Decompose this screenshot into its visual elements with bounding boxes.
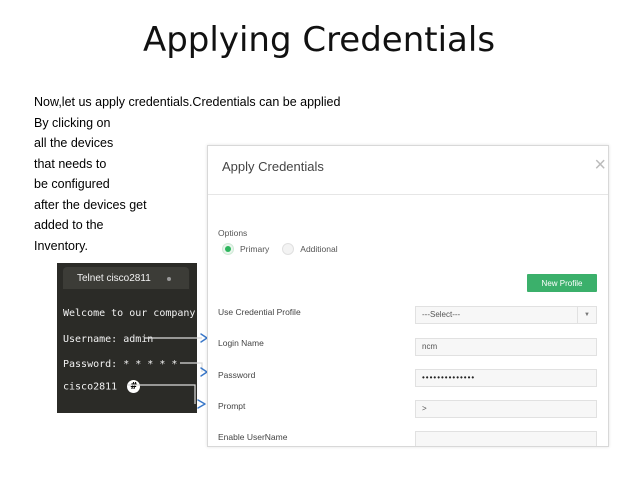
- dialog-divider: [208, 194, 608, 195]
- terminal-welcome-line: Welcome to our company: [63, 308, 196, 319]
- terminal-prompt-line: cisco2811 #: [63, 380, 141, 393]
- terminal-window: Telnet cisco2811 Welcome to our company …: [57, 263, 197, 413]
- tab-dot-icon: [167, 277, 171, 281]
- password-input[interactable]: ••••••••••••••: [415, 369, 597, 387]
- radio-additional[interactable]: [282, 243, 295, 255]
- terminal-username-line: Username: admin: [63, 334, 154, 345]
- terminal-tab[interactable]: Telnet cisco2811: [63, 267, 189, 289]
- terminal-password-line: Password: * * * * *: [63, 359, 178, 370]
- credential-profile-value: ---Select---: [422, 310, 461, 319]
- login-name-input[interactable]: ncm: [415, 338, 597, 356]
- radio-primary-label[interactable]: Primary: [240, 244, 269, 254]
- radio-additional-label[interactable]: Additional: [300, 244, 337, 254]
- enable-username-label: Enable UserName: [218, 432, 288, 442]
- password-label: Password: [218, 370, 256, 380]
- options-radio-group: Primary Additional: [222, 243, 338, 255]
- prompt-hash-badge: #: [127, 380, 141, 393]
- dialog-title: Apply Credentials: [222, 159, 324, 174]
- slide-title: Applying Credentials: [142, 20, 496, 60]
- body-line: By clicking on: [34, 115, 111, 130]
- apply-credentials-dialog: Apply Credentials × Options Primary Addi…: [207, 145, 609, 447]
- terminal-tab-title: Telnet cisco2811: [77, 273, 151, 284]
- credential-profile-label: Use Credential Profile: [218, 307, 301, 317]
- arrow-prompt-icon: [197, 399, 206, 409]
- options-label: Options: [218, 228, 248, 238]
- login-name-label: Login Name: [218, 338, 264, 348]
- prompt-input[interactable]: >: [415, 400, 597, 418]
- prompt-label: Prompt: [218, 401, 246, 411]
- caret-down-icon: ▼: [584, 312, 590, 318]
- radio-primary[interactable]: [222, 243, 234, 255]
- terminal-hostname: cisco2811: [63, 381, 118, 393]
- credential-profile-select[interactable]: ---Select--- ▼: [415, 306, 597, 324]
- close-icon[interactable]: ×: [594, 154, 606, 177]
- enable-username-input[interactable]: [415, 431, 597, 446]
- body-line: Now,let us apply credentials.Credentials…: [34, 95, 341, 109]
- new-profile-button[interactable]: New Profile: [527, 274, 597, 292]
